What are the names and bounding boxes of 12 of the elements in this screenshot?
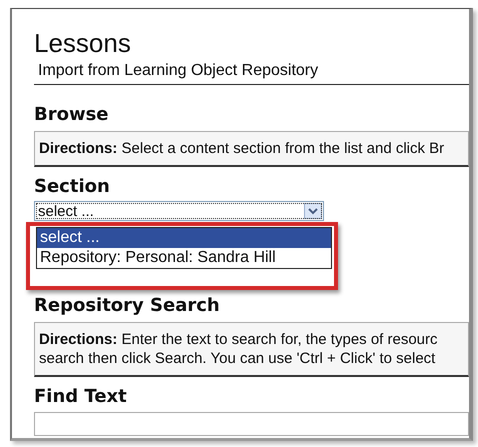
page-subtitle: Import from Learning Object Repository xyxy=(34,58,469,85)
find-text-field[interactable] xyxy=(34,412,469,436)
page-title: Lessons xyxy=(34,28,132,58)
directions-text: Directions: Enter the text to search for, the types of resourc search then click Search. You can use 'Ctrl + Click' to select xyxy=(39,330,438,368)
dropdown-option[interactable]: select ... xyxy=(37,228,331,248)
field-label: Section xyxy=(34,175,110,199)
section-heading: Repository Search xyxy=(34,294,220,318)
section-heading: Browse xyxy=(34,103,109,127)
dropdown-option[interactable]: Repository: Personal: Sandra Hill xyxy=(37,248,331,268)
section-dropdown[interactable]: select ... xyxy=(34,201,324,221)
field-label: Find Text xyxy=(34,385,127,409)
directions-text: Directions: Select a content section from the list and click Br xyxy=(39,139,444,158)
